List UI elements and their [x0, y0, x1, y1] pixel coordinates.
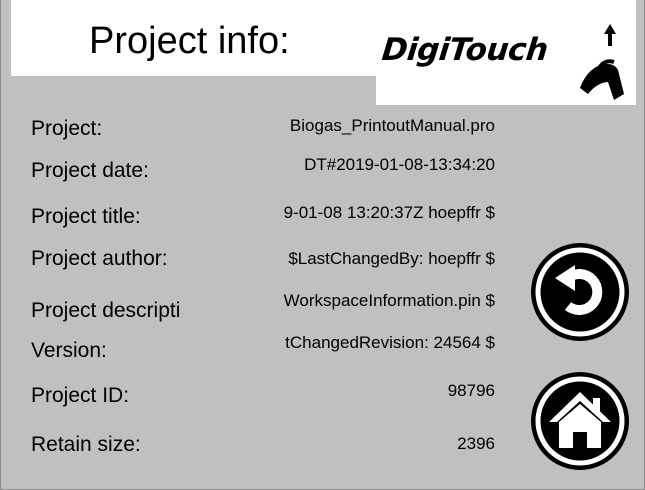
project-id-label: Project ID:	[31, 384, 130, 407]
home-icon	[535, 376, 625, 466]
project-description-value: WorkspaceInformation.pin $	[283, 291, 495, 310]
project-author-value: $LastChangedBy: hoepffr $	[288, 249, 495, 268]
logo-hand-icon	[580, 24, 624, 100]
digitouch-logo: DigiTouch	[376, 0, 636, 105]
project-date-value: DT#2019-01-08-13:34:20	[304, 155, 495, 174]
undo-arrow-icon	[535, 247, 625, 337]
logo-text: DigiTouch	[380, 32, 550, 68]
project-author-label: Project author:	[31, 247, 168, 270]
retain-size-label: Retain size:	[31, 433, 141, 456]
back-button[interactable]	[531, 243, 629, 341]
project-value: Biogas_PrintoutManual.pro	[289, 116, 495, 135]
project-title-label: Project title:	[31, 205, 141, 228]
project-info-screen: Project info: DigiTouch Project: Biogas_…	[0, 0, 645, 490]
page-title: Project info:	[89, 20, 290, 62]
project-label: Project:	[31, 117, 103, 140]
project-date-label: Project date:	[31, 159, 149, 182]
version-value: tChangedRevision: 24564 $	[285, 333, 495, 352]
retain-size-value: 2396	[457, 434, 495, 453]
project-title-value: 9-01-08 13:20:37Z hoepffr $	[283, 203, 495, 222]
home-button[interactable]	[531, 372, 629, 470]
project-id-value: 98796	[447, 381, 495, 400]
project-description-label: Project descripti	[31, 299, 181, 322]
version-label: Version:	[31, 339, 107, 362]
